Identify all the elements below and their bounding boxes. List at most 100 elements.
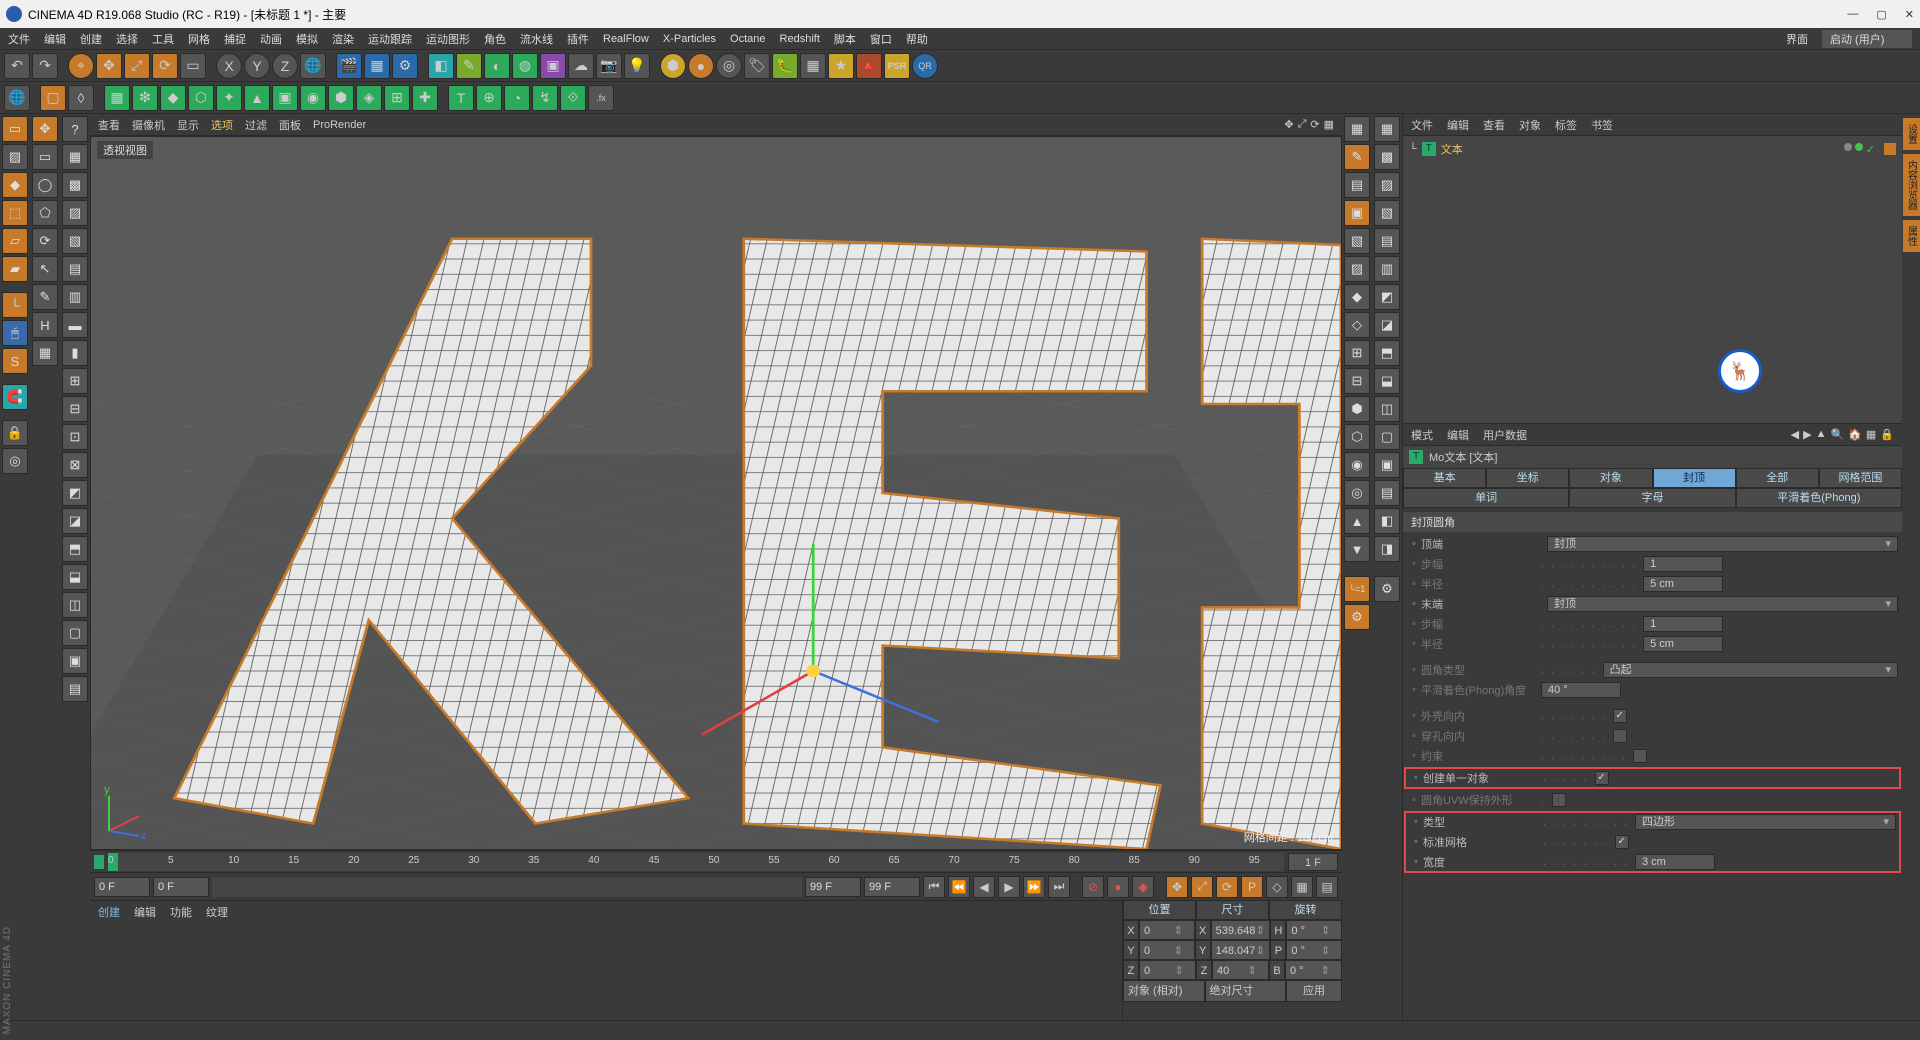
vp-menu-过滤[interactable]: 过滤 (245, 117, 267, 133)
rp2-3[interactable]: ▨ (1374, 172, 1400, 198)
help-icon[interactable]: ? (62, 116, 88, 142)
step-back[interactable]: ⏪ (948, 876, 970, 898)
mograph-12[interactable]: ✚ (412, 85, 438, 111)
mograph-9[interactable]: ⬢ (328, 85, 354, 111)
mesh-2[interactable]: ▩ (62, 172, 88, 198)
minimize-button[interactable]: — (1847, 8, 1858, 21)
range-end[interactable]: 99 F (805, 877, 861, 897)
objmgr-menu-文件[interactable]: 文件 (1411, 117, 1433, 133)
rp-2[interactable]: ✎ (1344, 144, 1370, 170)
plugin-2[interactable]: ● (688, 53, 714, 79)
tool-extra-2[interactable]: H (32, 312, 58, 338)
mograph-7[interactable]: ▣ (272, 85, 298, 111)
menu-角色[interactable]: 角色 (484, 31, 506, 47)
plugin-5[interactable]: 🐛 (772, 53, 798, 79)
maximize-button[interactable]: ▢ (1876, 8, 1886, 21)
add-generator[interactable]: ◍ (512, 53, 538, 79)
menu-运动图形[interactable]: 运动图形 (426, 31, 470, 47)
coord-mode-mid[interactable]: 绝对尺寸 (1205, 980, 1287, 1002)
menu-捕捉[interactable]: 捕捉 (224, 31, 246, 47)
objmgr-menu-查看[interactable]: 查看 (1483, 117, 1505, 133)
mograph-6[interactable]: ▲ (244, 85, 270, 111)
vtab-设置[interactable]: 设置 (1903, 118, 1920, 150)
rp2-16[interactable]: ◨ (1374, 536, 1400, 562)
coord-rot-Y[interactable]: 0 °⇕ (1286, 940, 1342, 960)
mesh-16[interactable]: ⬓ (62, 564, 88, 590)
attr-phong-field[interactable]: 40 ° (1541, 682, 1621, 698)
mode-point[interactable]: ⬚ (2, 200, 28, 226)
mesh-3[interactable]: ▨ (62, 200, 88, 226)
lock-button[interactable]: 🔒 (2, 420, 28, 446)
close-button[interactable]: ✕ (1905, 8, 1914, 21)
viewport-nav[interactable]: 🖱 (2, 320, 28, 346)
objmgr-menu-标签[interactable]: 标签 (1555, 117, 1577, 133)
mesh-13[interactable]: ◩ (62, 480, 88, 506)
current-frame[interactable]: 1 F (1288, 853, 1338, 871)
snap-toggle[interactable]: 🧲 (2, 384, 28, 410)
rp-3[interactable]: ▤ (1344, 172, 1370, 198)
attr-menu-模式[interactable]: 模式 (1411, 427, 1433, 443)
rp-13[interactable]: ◉ (1344, 452, 1370, 478)
mesh-1[interactable]: ▦ (62, 144, 88, 170)
coord-rot-Z[interactable]: 0 °⇕ (1285, 960, 1342, 980)
mesh-14[interactable]: ◪ (62, 508, 88, 534)
rp2-14[interactable]: ▤ (1374, 480, 1400, 506)
mode-edge[interactable]: ▱ (2, 228, 28, 254)
rp2-11[interactable]: ◫ (1374, 396, 1400, 422)
menu-动画[interactable]: 动画 (260, 31, 282, 47)
viewport-solo[interactable]: ◊ (68, 85, 94, 111)
vp-zoom-icon[interactable]: ⤢ (1298, 118, 1307, 131)
key-rot[interactable]: ⟳ (1216, 876, 1238, 898)
vp-menu-面板[interactable]: 面板 (279, 117, 301, 133)
vp-menu-ProRender[interactable]: ProRender (313, 119, 366, 131)
attr-width-field[interactable]: 3 cm (1635, 854, 1715, 870)
rp-15[interactable]: ▲ (1344, 508, 1370, 534)
attr-tab-封顶[interactable]: 封顶 (1653, 468, 1736, 488)
timeline-start-marker[interactable] (94, 855, 104, 869)
coord-system[interactable]: 🌐 (300, 53, 326, 79)
menu-运动跟踪[interactable]: 运动跟踪 (368, 31, 412, 47)
coord-rot-X[interactable]: 0 °⇕ (1286, 920, 1342, 940)
mesh-6[interactable]: ▥ (62, 284, 88, 310)
rp2-5[interactable]: ▤ (1374, 228, 1400, 254)
undo-button[interactable]: ↶ (4, 53, 30, 79)
menu-选择[interactable]: 选择 (116, 31, 138, 47)
tool-sel-lasso[interactable]: ◯ (32, 172, 58, 198)
mesh-17[interactable]: ◫ (62, 592, 88, 618)
vp-nav-icon[interactable]: ✥ (1284, 118, 1293, 131)
coord-size-Y[interactable]: 148.047 cm⇕ (1211, 940, 1271, 960)
attr-steps2-field[interactable]: 1 (1643, 616, 1723, 632)
vp-menu-选项[interactable]: 选项 (211, 117, 233, 133)
step-forward[interactable]: ⏩ (1023, 876, 1045, 898)
attr-tabs-row-2[interactable]: 单词字母平滑着色(Phong) (1403, 488, 1902, 508)
key-pos[interactable]: ✥ (1166, 876, 1188, 898)
key-opt1[interactable]: ▦ (1291, 876, 1313, 898)
snap-s[interactable]: S (2, 348, 28, 374)
rp-8[interactable]: ◇ (1344, 312, 1370, 338)
tool-sel-brush[interactable]: ⟳ (32, 228, 58, 254)
add-light[interactable]: 💡 (624, 53, 650, 79)
plugin-6[interactable]: ▦ (800, 53, 826, 79)
key-param[interactable]: P (1241, 876, 1263, 898)
add-nurbs[interactable]: ◐ (484, 53, 510, 79)
vtab-属性[interactable]: 属性 (1903, 220, 1920, 252)
object-tree[interactable]: └ T 文本 ✓ 🦌 (1403, 136, 1902, 423)
rp-9[interactable]: ⊞ (1344, 340, 1370, 366)
attr-topcap-dropdown[interactable]: 封顶 (1547, 536, 1898, 552)
attr-stdgrid-check[interactable]: ✓ (1615, 835, 1629, 849)
mat-tab-纹理[interactable]: 纹理 (206, 904, 228, 920)
tree-expand-icon[interactable]: └ (1409, 143, 1417, 155)
plugin-3[interactable]: ◎ (716, 53, 742, 79)
rp-7[interactable]: ◆ (1344, 284, 1370, 310)
attr-steps-field[interactable]: 1 (1643, 556, 1723, 572)
plugin-1[interactable]: ⬢ (660, 53, 686, 79)
mesh-10[interactable]: ⊟ (62, 396, 88, 422)
objmgr-menu-对象[interactable]: 对象 (1519, 117, 1541, 133)
optimize-icon[interactable]: ⚙ (1344, 604, 1370, 630)
attr-tab-网格范围[interactable]: 网格范围 (1819, 468, 1902, 488)
content-browser[interactable]: 🌐 (4, 85, 30, 111)
rp-14[interactable]: ◎ (1344, 480, 1370, 506)
rp2-8[interactable]: ◪ (1374, 312, 1400, 338)
mograph-4[interactable]: ⬡ (188, 85, 214, 111)
rotate-tool[interactable]: ⟳ (152, 53, 178, 79)
